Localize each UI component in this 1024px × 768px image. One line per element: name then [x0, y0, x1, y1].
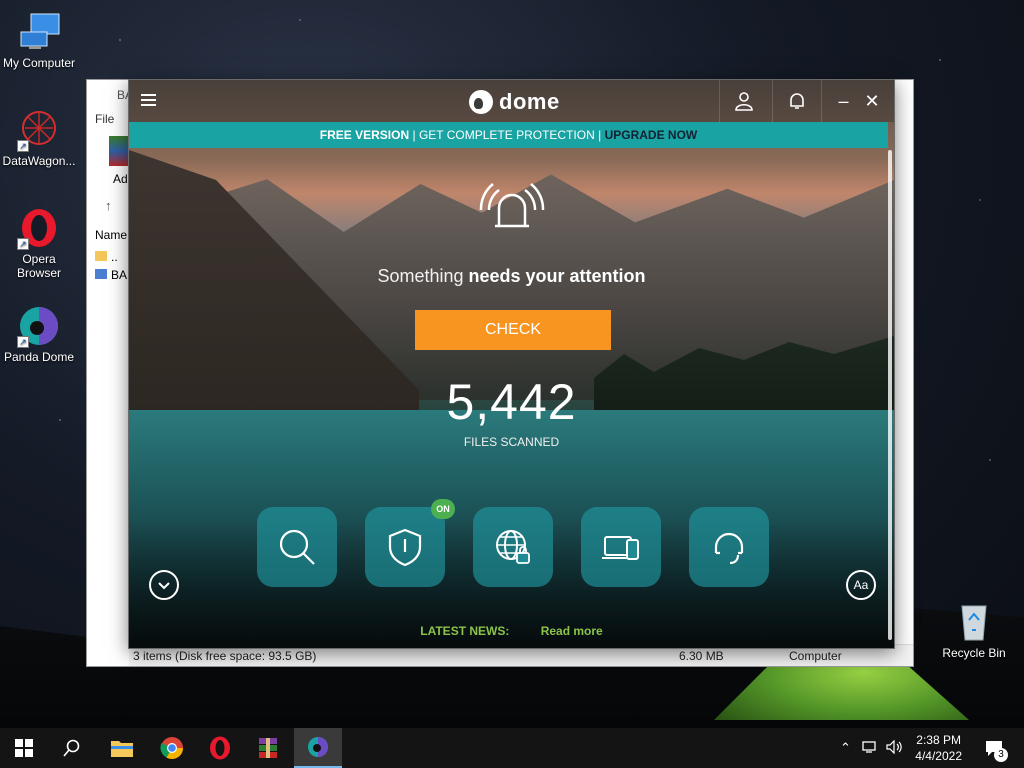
- list-item-label: BA: [111, 268, 128, 282]
- headset-icon: [714, 532, 744, 565]
- files-scanned-count: 5,442: [446, 374, 577, 430]
- action-center-button[interactable]: 3: [972, 728, 1016, 768]
- close-icon[interactable]: ✕: [864, 91, 879, 112]
- desktop-icon-label: Recycle Bin: [942, 646, 1006, 660]
- banner-get-protection: GET COMPLETE PROTECTION: [418, 128, 595, 142]
- taskbar-winrar[interactable]: [244, 728, 292, 768]
- taskbar-clock[interactable]: 2:38 PM 4/4/2022: [915, 732, 962, 764]
- window-controls: – ✕: [821, 80, 894, 122]
- desktop-icon-recycle-bin[interactable]: Recycle Bin: [936, 600, 1012, 660]
- shield-icon: [388, 528, 422, 567]
- search-icon: [63, 739, 80, 757]
- winrar-icon: [109, 136, 129, 166]
- dome-title-bar: dome – ✕: [129, 80, 894, 122]
- taskbar-search-button[interactable]: [48, 728, 96, 768]
- taskbar-opera[interactable]: [196, 728, 244, 768]
- folder-icon: [111, 741, 133, 757]
- up-arrow-icon[interactable]: ↑: [105, 198, 112, 213]
- desktop-icon-label: Panda Dome: [3, 350, 75, 364]
- menu-icon[interactable]: [141, 94, 156, 106]
- search-icon: [279, 529, 315, 565]
- minimize-icon[interactable]: –: [838, 91, 848, 112]
- desktop-icon-label: Opera Browser: [16, 252, 61, 280]
- explorer-toolbar-label[interactable]: Ad: [113, 172, 128, 186]
- desktop-icon-label: My Computer: [2, 56, 76, 70]
- list-item-label: ..: [111, 250, 118, 264]
- volume-icon[interactable]: [886, 739, 902, 757]
- attention-prefix: Something: [377, 266, 464, 286]
- datawagon-icon: ↗: [17, 108, 61, 152]
- upgrade-banner[interactable]: FREE VERSION | GET COMPLETE PROTECTION |…: [129, 122, 888, 148]
- support-button[interactable]: [689, 507, 769, 587]
- notifications-button[interactable]: [772, 80, 820, 122]
- scrollbar[interactable]: [888, 150, 892, 640]
- windows-icon: [15, 739, 33, 757]
- desktop-icon-label: DataWagon...: [2, 154, 76, 168]
- globe-lock-icon: [496, 530, 530, 564]
- chevron-up-icon[interactable]: ⌃: [840, 740, 851, 756]
- alarm-icon: [479, 183, 545, 228]
- desktop-icon-my-computer[interactable]: My Computer: [1, 10, 77, 70]
- folder-icon: [95, 251, 107, 261]
- clock-date: 4/4/2022: [915, 749, 962, 763]
- check-button[interactable]: CHECK: [415, 310, 611, 350]
- read-more-link[interactable]: Read more: [541, 624, 603, 638]
- files-scanned-label: FILES SCANNED: [463, 435, 560, 449]
- upgrade-now-link[interactable]: UPGRADE NOW: [605, 128, 698, 142]
- status-items: 3 items (Disk free space: 93.5 GB): [133, 649, 317, 663]
- font-size-button[interactable]: Aa: [846, 570, 876, 600]
- devices-icon: [602, 536, 639, 560]
- taskbar-file-explorer[interactable]: [98, 728, 146, 768]
- taskbar-panda-dome[interactable]: [294, 728, 342, 768]
- latest-news-bar: LATEST NEWS: Read more: [129, 624, 894, 638]
- user-icon: [734, 92, 753, 111]
- computer-icon: [17, 10, 61, 54]
- desktop-icon-datawagon[interactable]: ↗ DataWagon...: [1, 108, 77, 168]
- news-label: LATEST NEWS:: [420, 624, 510, 638]
- taskbar-chrome[interactable]: [148, 728, 196, 768]
- banner-separator: |: [598, 128, 602, 142]
- banner-free-version: FREE VERSION: [319, 128, 410, 142]
- opera-icon: [210, 736, 230, 760]
- dome-logo: dome: [469, 88, 560, 116]
- panda-logo-icon: [469, 90, 493, 114]
- start-button[interactable]: [0, 728, 48, 768]
- shortcut-arrow-icon: ↗: [17, 140, 29, 152]
- account-button[interactable]: [719, 80, 767, 122]
- attention-message: Something needs your attention: [129, 266, 894, 287]
- shortcut-arrow-icon: ↗: [17, 238, 29, 250]
- on-badge: ON: [431, 499, 455, 519]
- web-protection-button[interactable]: [473, 507, 553, 587]
- bell-icon: [789, 93, 804, 109]
- winrar-icon: [259, 738, 277, 758]
- status-size: 6.30 MB: [679, 649, 724, 663]
- column-header-name[interactable]: Name: [95, 228, 127, 242]
- desktop-icon-panda-dome[interactable]: ↗ Panda Dome: [1, 304, 77, 364]
- status-location: Computer: [789, 649, 842, 663]
- network-icon[interactable]: [862, 740, 878, 757]
- desktop-icon-opera[interactable]: ↗ Opera Browser: [1, 206, 77, 280]
- shortcut-arrow-icon: ↗: [17, 336, 29, 348]
- chevron-down-icon: [158, 582, 170, 590]
- panda-dome-icon: [308, 737, 328, 757]
- recycle-bin-icon: [952, 600, 996, 644]
- protection-button[interactable]: ON: [365, 499, 455, 587]
- notification-count-badge: 3: [994, 748, 1008, 762]
- panda-dome-icon: ↗: [17, 304, 61, 348]
- logo-text: dome: [499, 89, 560, 114]
- list-item[interactable]: BA: [95, 268, 127, 282]
- devices-button[interactable]: [581, 507, 661, 587]
- opera-icon: ↗: [17, 206, 61, 250]
- clock-time: 2:38 PM: [916, 733, 961, 747]
- attention-bold: needs your attention: [468, 266, 646, 286]
- list-item[interactable]: ..: [95, 250, 118, 264]
- panda-dome-window[interactable]: dome – ✕ FREE VERSION | GET COMPLETE PRO…: [128, 79, 895, 649]
- banner-separator: |: [412, 128, 416, 142]
- file-icon: [95, 269, 107, 279]
- taskbar: ⌃ 2:38 PM 4/4/2022 3: [0, 728, 1024, 768]
- antivirus-scan-button[interactable]: [257, 507, 337, 587]
- chrome-icon: [160, 737, 183, 759]
- expand-button[interactable]: [149, 570, 179, 600]
